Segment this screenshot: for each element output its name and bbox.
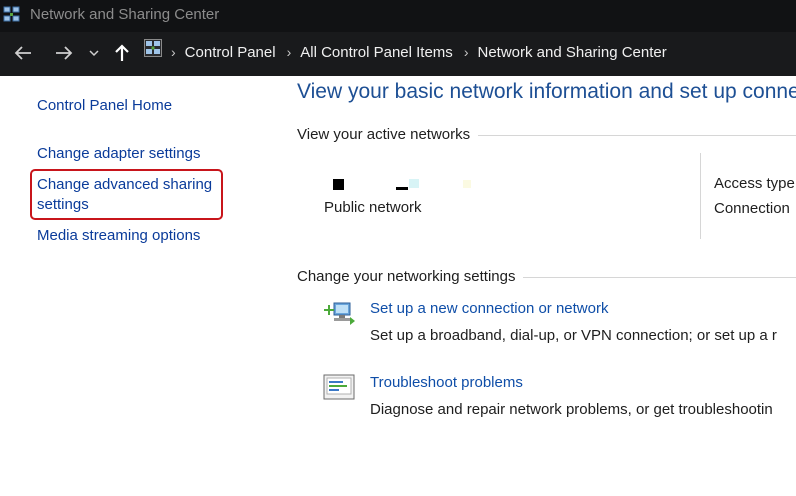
highlight-box — [30, 169, 223, 220]
title-bar: Network and Sharing Center — [0, 0, 796, 32]
breadcrumb-network-center[interactable]: Network and Sharing Center — [477, 44, 666, 61]
forward-button[interactable] — [51, 41, 77, 65]
breadcrumb: › Control Panel › All Control Panel Item… — [160, 42, 667, 62]
setup-connection-link[interactable]: Set up a new connection or network — [370, 300, 608, 317]
change-adapter-settings-link[interactable]: Change adapter settings — [37, 144, 200, 164]
network-type: Public network — [324, 199, 422, 216]
connections-label: Connection — [714, 200, 790, 217]
breadcrumb-control-panel[interactable]: Control Panel — [185, 44, 276, 61]
chevron-down-icon — [89, 50, 99, 57]
breadcrumb-separator: › — [171, 44, 176, 60]
breadcrumb-all-items[interactable]: All Control Panel Items — [300, 44, 453, 61]
access-type-label: Access type — [714, 175, 795, 192]
recent-locations-button[interactable] — [86, 41, 102, 65]
window-title: Network and Sharing Center — [30, 6, 220, 23]
arrow-right-icon — [56, 46, 73, 60]
network-center-icon — [3, 6, 20, 22]
control-panel-home-link[interactable]: Control Panel Home — [37, 96, 172, 116]
troubleshoot-link[interactable]: Troubleshoot problems — [370, 374, 523, 391]
back-button[interactable] — [10, 41, 36, 65]
troubleshoot-description: Diagnose and repair network problems, or… — [370, 401, 773, 418]
setup-connection-description: Set up a broadband, dial-up, or VPN conn… — [370, 327, 777, 344]
troubleshoot-icon[interactable] — [323, 374, 355, 402]
new-connection-icon[interactable] — [322, 297, 356, 329]
media-streaming-link[interactable]: Media streaming options — [37, 226, 200, 246]
networking-settings-label: Change your networking settings — [297, 268, 524, 285]
up-button[interactable] — [110, 41, 134, 65]
network-divider — [700, 153, 701, 239]
arrow-up-icon — [115, 44, 129, 61]
page-title: View your basic network information and … — [297, 80, 796, 103]
arrow-left-icon — [14, 46, 31, 60]
active-networks-label: View your active networks — [297, 126, 479, 143]
breadcrumb-separator: › — [463, 44, 469, 60]
breadcrumb-separator: › — [286, 44, 292, 60]
